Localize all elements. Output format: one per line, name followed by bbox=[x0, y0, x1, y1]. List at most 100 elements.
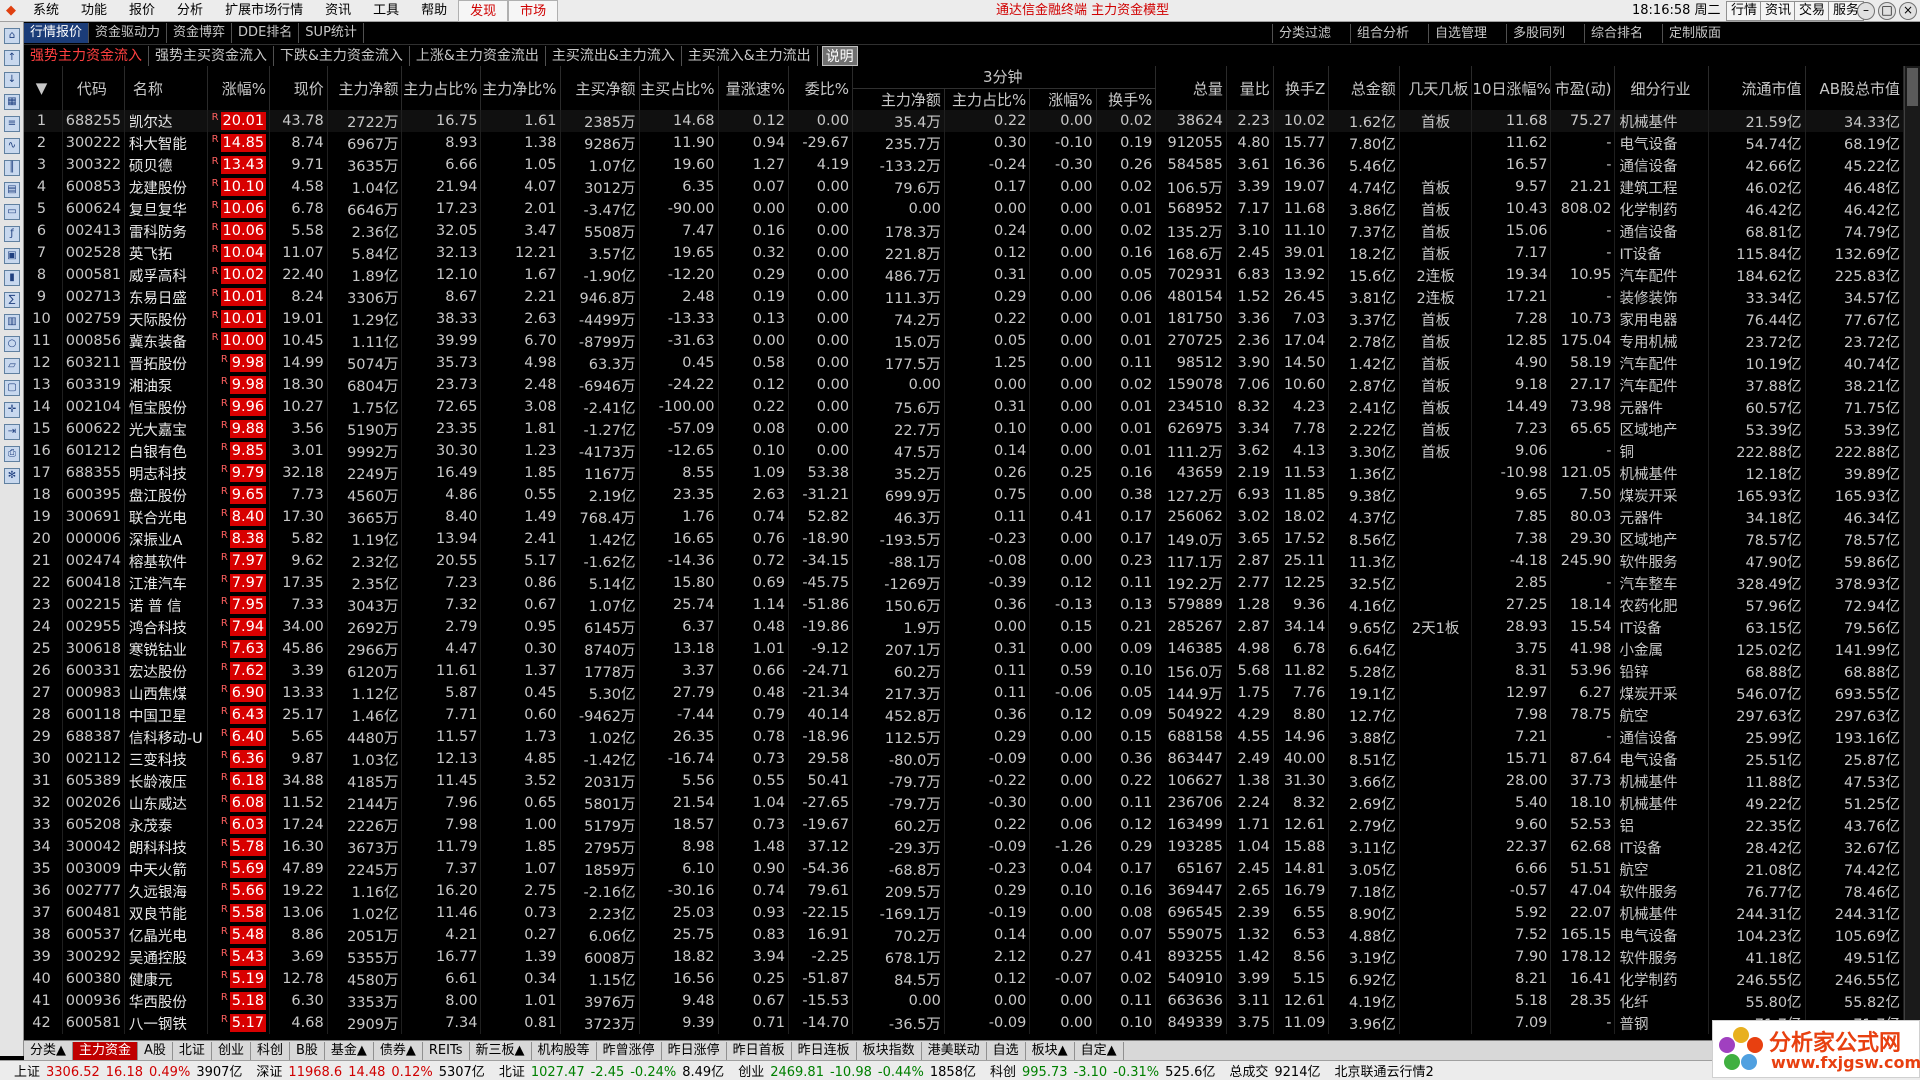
market-tab[interactable]: B股 bbox=[290, 1041, 325, 1060]
market-tab[interactable]: 机构股等 bbox=[532, 1041, 597, 1060]
table-row[interactable]: 21 002474 榕基软件 R 7.97 9.62 2.32亿 20.55 5.17 -1.62… bbox=[24, 550, 1904, 572]
col-main-net-ratio[interactable]: 主力净比% bbox=[480, 66, 561, 110]
col-volume[interactable]: 总量 bbox=[1155, 66, 1227, 110]
function-icon[interactable]: ƒ bbox=[4, 226, 20, 242]
col-change-pct[interactable]: 涨幅% bbox=[207, 66, 271, 110]
col-amount[interactable]: 总金额 bbox=[1328, 66, 1400, 110]
menu-item-highlight[interactable]: 市场 bbox=[508, 0, 559, 22]
col-code[interactable]: 代码 bbox=[62, 66, 125, 110]
menu-item[interactable]: 扩展市场行情 bbox=[214, 0, 314, 22]
col-order-ratio[interactable]: 委比% bbox=[788, 66, 854, 110]
export-icon[interactable]: ⇥ bbox=[4, 424, 20, 440]
col-main-share[interactable]: 主力占比% bbox=[401, 66, 482, 110]
table-row[interactable]: 11 000856 冀东装备 R 10.00 10.45 1.11亿 39.99 6.70 -87… bbox=[24, 330, 1904, 352]
function-tab[interactable]: 资金博弈 bbox=[167, 23, 233, 43]
table-row[interactable]: 9 002713 东易日盛 R 10.01 8.24 3306万 8.67 2.21 946.8万… bbox=[24, 286, 1904, 308]
table-row[interactable]: 39 300292 吴通控股 R 5.43 3.69 5355万 16.77 1.39 6008万… bbox=[24, 946, 1904, 968]
multi-stock-button[interactable]: 多股同列 bbox=[1506, 24, 1571, 43]
table-row[interactable]: 3 300322 硕贝德 R 13.43 9.71 3635万 6.66 1.05 1.07亿 19… bbox=[24, 154, 1904, 176]
home-icon[interactable]: ⌂ bbox=[4, 28, 20, 44]
strategy-tab[interactable]: 下跌&主力资金流入 bbox=[274, 45, 410, 66]
table-row[interactable]: 18 600395 盘江股份 R 9.65 7.73 4560万 4.86 0.55 2.19亿 2… bbox=[24, 484, 1904, 506]
stack-icon[interactable]: ▥ bbox=[4, 314, 20, 330]
table-row[interactable]: 20 000006 深振业A R 8.38 5.82 1.19亿 13.94 2.41 1.42亿… bbox=[24, 528, 1904, 550]
index-item[interactable]: 深证 11968.6 14.48 0.12% 5307亿 bbox=[250, 1061, 484, 1080]
explain-button[interactable]: 说明 bbox=[821, 45, 858, 66]
document-icon[interactable]: ▭ bbox=[4, 204, 20, 220]
col-3m-main-share[interactable]: 主力占比% bbox=[944, 88, 1031, 110]
table-row[interactable]: 19 300691 联合光电 R 8.40 17.30 3665万 8.40 1.49 768.4… bbox=[24, 506, 1904, 528]
menu-item[interactable]: 分析 bbox=[166, 0, 214, 22]
table-row[interactable]: 15 600622 光大嘉宝 R 9.88 3.56 5190万 23.35 1.81 -1.27… bbox=[24, 418, 1904, 440]
col-buy-net[interactable]: 主买净额 bbox=[560, 66, 640, 110]
index-item[interactable]: 上证 3306.52 16.18 0.49% 3907亿 bbox=[8, 1061, 242, 1080]
gear-icon[interactable]: ✻ bbox=[4, 468, 20, 484]
market-tab[interactable]: REITs bbox=[423, 1041, 470, 1060]
bar-chart-icon[interactable]: ▮ bbox=[4, 270, 20, 286]
function-tab[interactable]: 资金驱动力 bbox=[89, 23, 168, 43]
col-main-net[interactable]: 主力净额 bbox=[327, 66, 403, 110]
arrow-up-icon[interactable]: ↑ bbox=[4, 50, 20, 66]
maximize-icon[interactable]: □ bbox=[1878, 2, 1896, 20]
market-tab[interactable]: 自定▲ bbox=[1075, 1041, 1124, 1060]
market-tab[interactable]: 港美联动 bbox=[922, 1041, 987, 1060]
formula-icon[interactable]: ∑ bbox=[4, 292, 20, 308]
table-row[interactable]: 35 003009 中天火箭 R 5.69 47.89 2245万 7.37 1.07 1859万… bbox=[24, 858, 1904, 880]
table-row[interactable]: 38 600537 亿晶光电 R 5.48 8.86 2051万 4.21 0.27 6.06亿 2… bbox=[24, 924, 1904, 946]
table-row[interactable]: 7 002528 英飞拓 R 10.04 11.07 5.84亿 32.13 12.21 3.57… bbox=[24, 242, 1904, 264]
folder-icon[interactable]: ▱ bbox=[4, 358, 20, 374]
col-buy-share[interactable]: 主买占比% bbox=[639, 66, 719, 110]
col-pe[interactable]: 市盈(动) bbox=[1550, 66, 1616, 110]
grid-icon[interactable]: ▦ bbox=[4, 94, 20, 110]
table-row[interactable]: 23 002215 诺 普 信 R 7.95 7.33 3043万 7.32 0.67 1.07亿… bbox=[24, 594, 1904, 616]
col-float-cap[interactable]: 流通市值 bbox=[1708, 66, 1806, 110]
table-row[interactable]: 8 000581 威孚高科 R 10.02 22.40 1.89亿 12.10 1.67 -1.9… bbox=[24, 264, 1904, 286]
index-item[interactable]: 北证 1027.47 -2.45 -0.24% 8.49亿 bbox=[493, 1061, 724, 1080]
col-total-cap[interactable]: AB股总市值 bbox=[1805, 66, 1904, 110]
menu-item[interactable]: 系统 bbox=[22, 0, 70, 22]
table-row[interactable]: 12 603211 晋拓股份 R 9.98 14.99 5074万 35.73 4.98 63.3… bbox=[24, 352, 1904, 374]
table-row[interactable]: 4 600853 龙建股份 R 10.10 4.58 1.04亿 21.94 4.07 3012万… bbox=[24, 176, 1904, 198]
table-row[interactable]: 29 688387 信科移动-U R 6.40 5.65 4480万 11.57 1.73 1.0… bbox=[24, 726, 1904, 748]
filter-button[interactable]: 分类过滤 bbox=[1272, 24, 1337, 43]
custom-layout-button[interactable]: 定制版面 bbox=[1662, 24, 1727, 43]
strategy-tab[interactable]: 强势主力资金流入 bbox=[24, 45, 149, 66]
col-turnover-z[interactable]: 换手Z bbox=[1273, 66, 1330, 110]
col-volume-speed[interactable]: 量涨速% bbox=[718, 66, 790, 110]
market-tab[interactable]: 昨日连板 bbox=[792, 1041, 857, 1060]
line-chart-icon[interactable]: ∿ bbox=[4, 138, 20, 154]
market-tab[interactable]: 昨日首板 bbox=[727, 1041, 792, 1060]
market-tab[interactable]: 板块▲ bbox=[1026, 1041, 1075, 1060]
table-row[interactable]: 5 600624 复旦复华 R 10.06 6.78 6646万 17.23 2.01 -3.47… bbox=[24, 198, 1904, 220]
market-tab[interactable]: 科创 bbox=[251, 1041, 290, 1060]
menu-item[interactable]: 工具 bbox=[362, 0, 410, 22]
table-row[interactable]: 24 002955 鸿合科技 R 7.94 34.00 2692万 2.79 0.95 6145万… bbox=[24, 616, 1904, 638]
table-row[interactable]: 14 002104 恒宝股份 R 9.96 10.27 1.75亿 72.65 3.08 -2.4… bbox=[24, 396, 1904, 418]
table-row[interactable]: 36 002777 久远银海 R 5.66 19.22 1.16亿 16.20 2.75 -2.1… bbox=[24, 880, 1904, 902]
quote-button[interactable]: 行情 bbox=[1726, 1, 1763, 21]
table-row[interactable]: 34 300042 朗科科技 R 5.78 16.30 3673万 11.79 1.85 2795… bbox=[24, 836, 1904, 858]
strategy-tab[interactable]: 主买流入&主力流出 bbox=[682, 45, 818, 66]
table-row[interactable]: 32 002026 山东威达 R 6.08 11.52 2144万 7.96 0.65 5801万… bbox=[24, 792, 1904, 814]
col-3m-main-net[interactable]: 主力净额 bbox=[852, 88, 945, 110]
market-tab[interactable]: 主力资金 bbox=[73, 1041, 139, 1060]
news-button[interactable]: 资讯 bbox=[1760, 1, 1797, 21]
menu-item[interactable]: 报价 bbox=[118, 0, 166, 22]
report-icon[interactable]: ▣ bbox=[4, 248, 20, 264]
col-price[interactable]: 现价 bbox=[269, 66, 328, 110]
combo-analysis-button[interactable]: 组合分析 bbox=[1350, 24, 1415, 43]
minimize-icon[interactable]: – bbox=[1857, 2, 1875, 20]
sort-arrow-icon[interactable]: ▼ bbox=[24, 66, 63, 110]
col-3m-turnover[interactable]: 换手% bbox=[1096, 88, 1157, 110]
market-tab[interactable]: 债券▲ bbox=[374, 1041, 423, 1060]
ranking-button[interactable]: 综合排名 bbox=[1584, 24, 1649, 43]
table-row[interactable]: 41 000936 华西股份 R 5.18 6.30 3353万 8.00 1.01 3976万 9… bbox=[24, 990, 1904, 1012]
market-tab[interactable]: 自选 bbox=[987, 1041, 1026, 1060]
circle-icon[interactable]: ○ bbox=[4, 336, 20, 352]
table-row[interactable]: 13 603319 湘油泵 R 9.98 18.30 6804万 23.73 2.48 -6946… bbox=[24, 374, 1904, 396]
table-row[interactable]: 26 600331 宏达股份 R 7.62 3.39 6120万 11.61 1.37 1778万… bbox=[24, 660, 1904, 682]
market-tab[interactable]: 昨日涨停 bbox=[662, 1041, 727, 1060]
scroll-thumb[interactable] bbox=[1907, 68, 1918, 106]
printer-icon[interactable]: ⎙ bbox=[4, 446, 20, 462]
table-row[interactable]: 25 300618 寒锐钴业 R 7.63 45.86 2966万 4.47 0.30 8740万… bbox=[24, 638, 1904, 660]
